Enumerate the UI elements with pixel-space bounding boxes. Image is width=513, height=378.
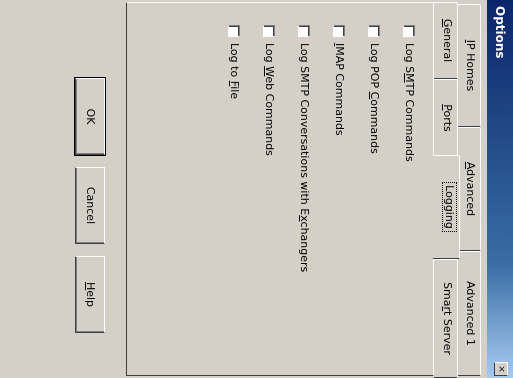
help-button[interactable]: Help [75,256,105,333]
tab-advanced-1[interactable]: Advanced 1 [457,251,481,376]
help-label: Help [84,281,97,308]
tab-advanced[interactable]: Advanced [457,127,481,251]
tab-label: Advanced 1 [464,281,477,346]
tab-label: Ports [441,104,454,132]
log-web-commands-checkbox[interactable] [263,25,275,37]
logging-panel: Log SMTP Commands Log POP Commands IMAP … [126,2,434,376]
option-label: Log SMTP Conversations with Exchangers [298,43,311,273]
log-pop-commands-checkbox[interactable] [368,25,380,37]
tab-label: General [441,18,454,63]
option-label: Log POP Commands [368,43,381,154]
tab-label: IP Homes [464,39,477,92]
window-title: Options [493,6,507,59]
option-label: Log Web Commands [263,43,276,156]
option-label: Log to File [228,43,241,100]
log-smtp-conversations-checkbox[interactable] [298,25,310,37]
option-label: Log SMTP Commands [403,43,416,162]
tab-logging[interactable]: Logging [433,155,460,259]
imap-commands-checkbox[interactable] [333,25,345,37]
tab-label: Smart Server [441,282,454,355]
log-to-file-checkbox[interactable] [228,25,240,37]
tab-label: Logging [442,179,457,235]
tab-smart-server[interactable]: Smart Server [434,259,458,378]
option-label: IMAP Commands [333,43,346,136]
title-bar[interactable]: Options × [487,0,513,378]
tab-label: Advanced [464,161,477,217]
cancel-button[interactable]: Cancel [75,167,105,244]
tab-general[interactable]: General [434,2,458,79]
tab-ip-homes[interactable]: IP Homes [457,4,481,127]
tab-ports[interactable]: Ports [434,79,458,157]
options-dialog: Options × IP Homes Advanced Advanced 1 G… [0,0,513,378]
ok-button[interactable]: OK [74,75,106,158]
close-icon[interactable]: × [494,362,508,376]
log-smtp-commands-checkbox[interactable] [403,25,415,37]
